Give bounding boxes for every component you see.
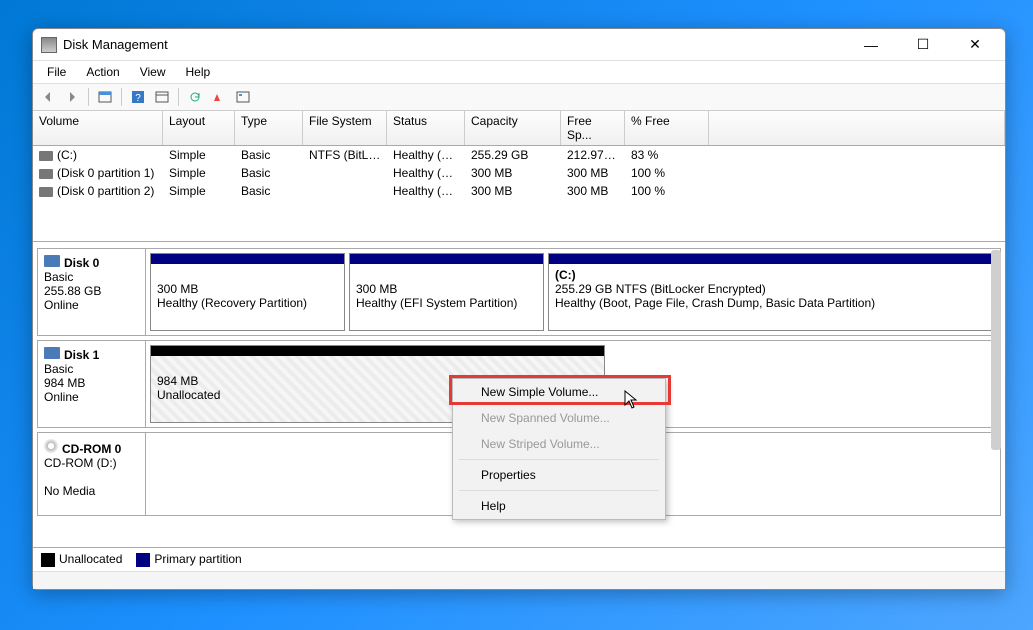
menu-new-striped-volume: New Striped Volume... bbox=[453, 431, 665, 457]
context-menu: New Simple Volume... New Spanned Volume.… bbox=[452, 378, 666, 520]
help-icon[interactable]: ? bbox=[127, 87, 149, 107]
col-status[interactable]: Status bbox=[387, 111, 465, 145]
col-free[interactable]: Free Sp... bbox=[561, 111, 625, 145]
col-capacity[interactable]: Capacity bbox=[465, 111, 561, 145]
settings-icon[interactable] bbox=[232, 87, 254, 107]
partition-efi[interactable]: 300 MB Healthy (EFI System Partition) bbox=[349, 253, 544, 331]
minimize-button[interactable]: — bbox=[849, 31, 893, 59]
action-icon[interactable] bbox=[208, 87, 230, 107]
properties-icon[interactable] bbox=[151, 87, 173, 107]
table-row[interactable]: (Disk 0 partition 1) Simple Basic Health… bbox=[33, 164, 1005, 182]
col-pct-free[interactable]: % Free bbox=[625, 111, 709, 145]
disk-row-0: Disk 0 Basic 255.88 GB Online 300 MB Hea… bbox=[37, 248, 1001, 336]
toolbar: ? bbox=[33, 83, 1005, 111]
menu-help[interactable]: Help bbox=[453, 493, 665, 519]
disk-info[interactable]: Disk 1 Basic 984 MB Online bbox=[38, 341, 146, 427]
statusbar bbox=[33, 571, 1005, 589]
menu-help[interactable]: Help bbox=[176, 63, 221, 81]
disk-icon bbox=[44, 347, 60, 359]
drive-icon bbox=[39, 151, 53, 161]
volume-grid[interactable]: (C:) Simple Basic NTFS (BitLo... Healthy… bbox=[33, 146, 1005, 242]
show-hide-icon[interactable] bbox=[94, 87, 116, 107]
menu-view[interactable]: View bbox=[130, 63, 176, 81]
volume-grid-header: Volume Layout Type File System Status Ca… bbox=[33, 111, 1005, 146]
legend: Unallocated Primary partition bbox=[33, 547, 1005, 571]
window-title: Disk Management bbox=[63, 37, 849, 52]
disk-info[interactable]: CD-ROM 0 CD-ROM (D:) No Media bbox=[38, 433, 146, 515]
titlebar[interactable]: Disk Management — ☐ ✕ bbox=[33, 29, 1005, 61]
back-icon[interactable] bbox=[37, 87, 59, 107]
partition-recovery[interactable]: 300 MB Healthy (Recovery Partition) bbox=[150, 253, 345, 331]
app-icon bbox=[41, 37, 57, 53]
menu-new-spanned-volume: New Spanned Volume... bbox=[453, 405, 665, 431]
scrollbar-thumb[interactable] bbox=[991, 250, 1001, 450]
col-layout[interactable]: Layout bbox=[163, 111, 235, 145]
svg-text:?: ? bbox=[135, 93, 141, 104]
close-button[interactable]: ✕ bbox=[953, 31, 997, 59]
menubar: File Action View Help bbox=[33, 61, 1005, 83]
col-filesystem[interactable]: File System bbox=[303, 111, 387, 145]
partition-c-drive[interactable]: (C:) 255.29 GB NTFS (BitLocker Encrypted… bbox=[548, 253, 996, 331]
col-type[interactable]: Type bbox=[235, 111, 303, 145]
maximize-button[interactable]: ☐ bbox=[901, 31, 945, 59]
table-row[interactable]: (Disk 0 partition 2) Simple Basic Health… bbox=[33, 182, 1005, 200]
menu-properties[interactable]: Properties bbox=[453, 462, 665, 488]
table-row[interactable]: (C:) Simple Basic NTFS (BitLo... Healthy… bbox=[33, 146, 1005, 164]
cdrom-icon bbox=[44, 439, 58, 453]
disk-icon bbox=[44, 255, 60, 267]
menu-file[interactable]: File bbox=[37, 63, 76, 81]
drive-icon bbox=[39, 169, 53, 179]
disk-info[interactable]: Disk 0 Basic 255.88 GB Online bbox=[38, 249, 146, 335]
menu-new-simple-volume[interactable]: New Simple Volume... bbox=[453, 379, 665, 405]
menu-action[interactable]: Action bbox=[76, 63, 129, 81]
col-volume[interactable]: Volume bbox=[33, 111, 163, 145]
forward-icon[interactable] bbox=[61, 87, 83, 107]
drive-icon bbox=[39, 187, 53, 197]
refresh-icon[interactable] bbox=[184, 87, 206, 107]
